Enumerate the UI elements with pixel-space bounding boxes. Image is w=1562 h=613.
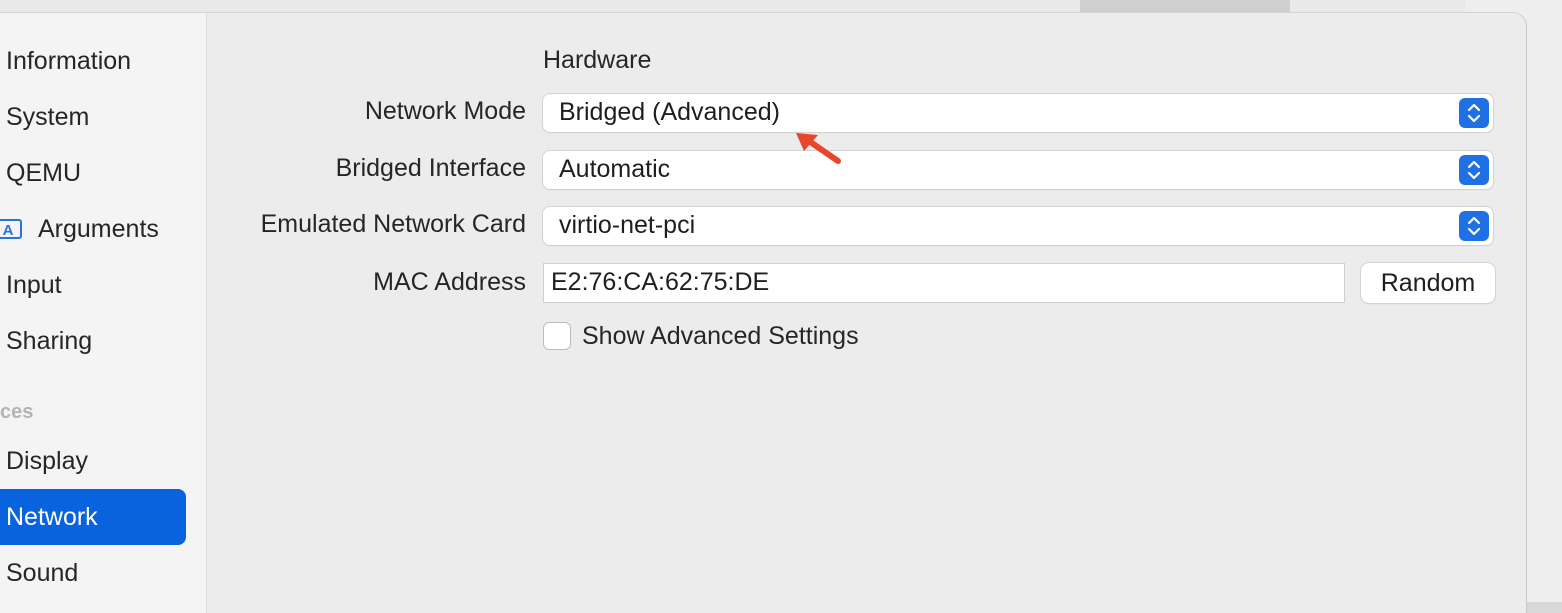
sidebar-item-label: System [6,102,90,131]
sidebar-item-display[interactable]: Display [0,433,186,489]
chevron-updown-icon [1459,98,1489,128]
random-button[interactable]: Random [1361,263,1495,303]
sidebar-item-arguments[interactable]: A Arguments [0,201,186,257]
show-advanced-label: Show Advanced Settings [582,322,859,350]
arguments-icon: A [0,219,22,239]
annotation-arrow-icon [796,133,841,164]
network-card-label: Emulated Network Card [260,210,526,238]
sidebar-item-label: QEMU [6,158,81,187]
sidebar-item-sound[interactable]: Sound [0,545,186,601]
sidebar-item-qemu[interactable]: QEMU [0,145,186,201]
mac-address-input[interactable] [551,267,1331,297]
sidebar-item-input[interactable]: Input [0,257,186,313]
bridged-interface-label: Bridged Interface [335,154,526,182]
network-card-value: virtio-net-pci [559,211,696,239]
background-window-strip [1080,0,1290,12]
sidebar-item-information[interactable]: Information [0,33,186,89]
sidebar-item-label: Input [6,270,62,299]
sidebar-item-label: Display [6,446,88,475]
sidebar-item-label: Sound [6,558,79,587]
network-mode-label: Network Mode [364,97,526,125]
sidebar: Information System QEMU A Arguments Inpu… [0,13,207,613]
mac-address-field[interactable] [543,263,1345,303]
network-card-popup[interactable]: virtio-net-pci [543,207,1493,245]
network-mode-value: Bridged (Advanced) [559,98,780,126]
settings-window: Information System QEMU A Arguments Inpu… [0,12,1527,613]
chevron-updown-icon [1459,211,1489,241]
bridged-interface-popup[interactable]: Automatic [543,151,1493,189]
mac-address-label: MAC Address [373,268,526,296]
sidebar-section-heading: ces [0,401,34,423]
section-title-hardware: Hardware [543,46,652,74]
sidebar-item-system[interactable]: System [0,89,186,145]
bridged-interface-value: Automatic [559,155,671,183]
sidebar-item-label: Network [6,502,98,531]
sidebar-item-label: Information [6,46,132,75]
sidebar-item-network[interactable]: Network [0,489,186,545]
sidebar-item-label: Arguments [38,214,159,243]
sidebar-item-label: Sharing [6,326,93,355]
sidebar-item-sharing[interactable]: Sharing [0,313,186,369]
chevron-updown-icon [1459,155,1489,185]
network-mode-popup[interactable]: Bridged (Advanced) [543,94,1493,132]
show-advanced-checkbox[interactable] [543,322,571,350]
